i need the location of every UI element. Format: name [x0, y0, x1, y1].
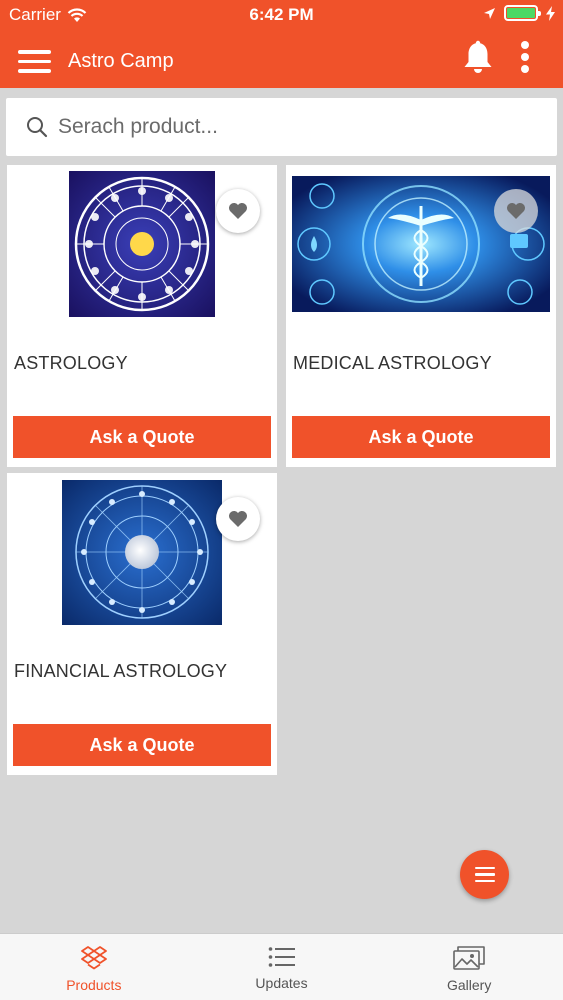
product-title: ASTROLOGY [14, 353, 128, 373]
tab-label: Gallery [447, 977, 492, 993]
bell-icon[interactable] [461, 40, 495, 76]
status-right [483, 5, 555, 21]
status-bar: Carrier 6:42 PM [0, 0, 563, 30]
vertical-dots-icon[interactable] [518, 41, 532, 75]
charging-bolt-icon [546, 5, 555, 21]
location-arrow-icon [484, 7, 495, 19]
search-bar[interactable] [6, 98, 557, 156]
ask-quote-button[interactable]: Ask a Quote [13, 416, 271, 458]
list-icon [268, 947, 295, 967]
moon-zodiac-image [62, 480, 222, 625]
product-card-medical-astrology[interactable]: MEDICAL ASTROLOGY Ask a Quote [286, 165, 556, 467]
list-menu-icon[interactable] [460, 850, 509, 899]
app-title: Astro Camp [68, 50, 174, 72]
dropbox-icon [80, 946, 107, 970]
tab-products[interactable]: Products [0, 934, 188, 1000]
zodiac-wheel-image [69, 171, 215, 317]
search-icon [27, 117, 48, 138]
image-gallery-icon [453, 946, 485, 970]
app-bar: Astro Camp [0, 36, 563, 86]
heart-icon [229, 203, 247, 219]
product-card-financial-astrology[interactable]: FINANCIAL ASTROLOGY Ask a Quote [7, 473, 277, 775]
tab-label: Products [66, 977, 122, 993]
tab-label: Updates [255, 975, 308, 991]
status-time: 6:42 PM [249, 5, 314, 24]
ask-quote-button[interactable]: Ask a Quote [292, 416, 550, 458]
hamburger-menu-icon[interactable] [18, 50, 51, 73]
heart-icon [229, 511, 247, 527]
top-bar: Carrier 6:42 PM Astro Camp [0, 0, 563, 88]
heart-icon [507, 203, 525, 219]
search-input[interactable] [58, 115, 528, 139]
product-title: MEDICAL ASTROLOGY [293, 353, 492, 373]
favorite-button[interactable] [494, 189, 538, 233]
bottom-tab-bar: Products Updates Gallery [0, 933, 563, 1000]
favorite-button[interactable] [216, 189, 260, 233]
tab-updates[interactable]: Updates [188, 934, 376, 1000]
favorite-button[interactable] [216, 497, 260, 541]
ask-quote-button[interactable]: Ask a Quote [13, 724, 271, 766]
battery-icon [504, 5, 541, 21]
product-title: FINANCIAL ASTROLOGY [14, 661, 228, 681]
tab-gallery[interactable]: Gallery [375, 934, 563, 1000]
product-card-astrology[interactable]: ASTROLOGY Ask a Quote [7, 165, 277, 467]
